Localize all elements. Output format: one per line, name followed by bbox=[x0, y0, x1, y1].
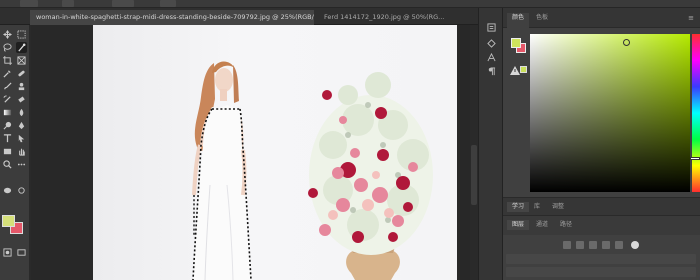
tab-adjustments[interactable]: 调整 bbox=[547, 202, 569, 212]
document-tab-label: woman-in-white-spaghetti-strap-midi-dres… bbox=[36, 13, 314, 21]
option-control[interactable] bbox=[160, 0, 176, 7]
pen-tool-icon[interactable] bbox=[16, 120, 27, 131]
color-panel: 颜色 色板 ≡ 学习 库 调整 图层 通道 路径 bbox=[503, 8, 700, 280]
tab-channels[interactable]: 通道 bbox=[531, 220, 553, 230]
quick-selection-tool-icon[interactable] bbox=[16, 42, 27, 53]
options-bar: 75 bbox=[0, 0, 700, 17]
photo bbox=[192, 61, 433, 280]
document-canvas[interactable] bbox=[93, 25, 457, 280]
screen-mode-icon[interactable] bbox=[16, 247, 27, 258]
rectangle-tool-icon[interactable] bbox=[2, 146, 13, 157]
eyedropper-tool-icon[interactable] bbox=[2, 68, 13, 79]
color-picker-field[interactable] bbox=[530, 34, 690, 192]
filter-shape-icon[interactable] bbox=[602, 241, 610, 249]
hand-tool-icon[interactable] bbox=[16, 146, 27, 157]
flower-arrangement bbox=[308, 72, 433, 255]
tab-swatches[interactable]: 色板 bbox=[531, 13, 553, 26]
filter-smart-object-icon[interactable] bbox=[615, 241, 623, 249]
clone-stamp-tool-icon[interactable] bbox=[16, 81, 27, 92]
color-panel-tabs: 颜色 色板 ≡ bbox=[503, 8, 700, 28]
filter-toggle-icon[interactable] bbox=[631, 241, 639, 249]
canvas-vertical-scrollbar[interactable] bbox=[470, 25, 478, 280]
ellipse-tool-icon[interactable] bbox=[2, 185, 13, 196]
tab-libraries[interactable]: 库 bbox=[529, 202, 545, 212]
snapshot-tool-icon[interactable] bbox=[16, 185, 27, 196]
woman-in-white-dress bbox=[192, 61, 251, 280]
history-panel-icon[interactable] bbox=[486, 22, 497, 33]
tab-paths[interactable]: 路径 bbox=[555, 220, 577, 230]
tools-panel bbox=[0, 25, 30, 280]
panel-menu-icon[interactable]: ≡ bbox=[688, 14, 694, 22]
path-selection-tool-icon[interactable] bbox=[16, 133, 27, 144]
properties-panel-icon[interactable] bbox=[486, 38, 497, 49]
gamut-warning-icon[interactable] bbox=[510, 66, 520, 75]
filter-adjustment-icon[interactable] bbox=[576, 241, 584, 249]
filter-type-icon[interactable] bbox=[589, 241, 597, 249]
move-tool-icon[interactable] bbox=[2, 29, 13, 40]
layer-lock-row[interactable] bbox=[506, 267, 696, 277]
paragraph-panel-icon[interactable] bbox=[486, 66, 497, 77]
history-brush-tool-icon[interactable] bbox=[2, 94, 13, 105]
picker-cursor[interactable] bbox=[623, 39, 630, 46]
gradient-tool-icon[interactable] bbox=[2, 107, 13, 118]
learn-panel-tabs: 学习 库 调整 bbox=[503, 197, 700, 215]
marquee-tool-icon[interactable] bbox=[16, 29, 27, 40]
eraser-tool-icon[interactable] bbox=[16, 94, 27, 105]
layer-filter-row bbox=[503, 238, 700, 252]
crop-tool-icon[interactable] bbox=[2, 55, 13, 66]
panel-foreground-swatch[interactable] bbox=[511, 38, 521, 48]
brush-tool-icon[interactable] bbox=[2, 81, 13, 92]
scrollbar-thumb[interactable] bbox=[471, 145, 477, 205]
tab-layers[interactable]: 图层 bbox=[507, 220, 530, 230]
tab-color[interactable]: 颜色 bbox=[507, 13, 530, 28]
web-safe-swatch[interactable] bbox=[520, 66, 527, 73]
type-tool-icon[interactable] bbox=[2, 133, 13, 144]
healing-brush-tool-icon[interactable] bbox=[16, 68, 27, 79]
color-swatches[interactable] bbox=[2, 215, 26, 237]
zoom-tool-icon[interactable] bbox=[2, 159, 13, 170]
edit-toolbar-icon[interactable] bbox=[16, 159, 27, 170]
document-tab-bar: woman-in-white-spaghetti-strap-midi-dres… bbox=[0, 8, 478, 25]
hue-slider[interactable] bbox=[690, 34, 700, 192]
dodge-tool-icon[interactable] bbox=[2, 120, 13, 131]
document-tab[interactable]: Ferd 1414172_1920.jpg @ 50%(RG... bbox=[318, 10, 478, 25]
panel-icon-column bbox=[478, 8, 503, 280]
option-control[interactable] bbox=[62, 0, 74, 7]
foreground-color-swatch[interactable] bbox=[2, 215, 15, 227]
brush-size-field[interactable]: 75 bbox=[112, 0, 134, 17]
frame-tool-icon[interactable] bbox=[16, 55, 27, 66]
document-tab-label: Ferd 1414172_1920.jpg @ 50%(RG... bbox=[324, 13, 445, 21]
blur-tool-icon[interactable] bbox=[16, 107, 27, 118]
document-tab-active[interactable]: woman-in-white-spaghetti-strap-midi-dres… bbox=[30, 10, 314, 25]
lasso-tool-icon[interactable] bbox=[2, 42, 13, 53]
layers-panel-tabs: 图层 通道 路径 bbox=[503, 215, 700, 235]
tool-preset-picker[interactable] bbox=[20, 0, 38, 7]
layer-blend-row[interactable] bbox=[506, 254, 696, 264]
filter-pixel-icon[interactable] bbox=[563, 241, 571, 249]
quick-mask-icon[interactable] bbox=[2, 247, 13, 258]
hue-slider-handle[interactable] bbox=[690, 157, 700, 160]
tab-learn[interactable]: 学习 bbox=[507, 202, 530, 212]
character-panel-icon[interactable] bbox=[486, 52, 497, 63]
